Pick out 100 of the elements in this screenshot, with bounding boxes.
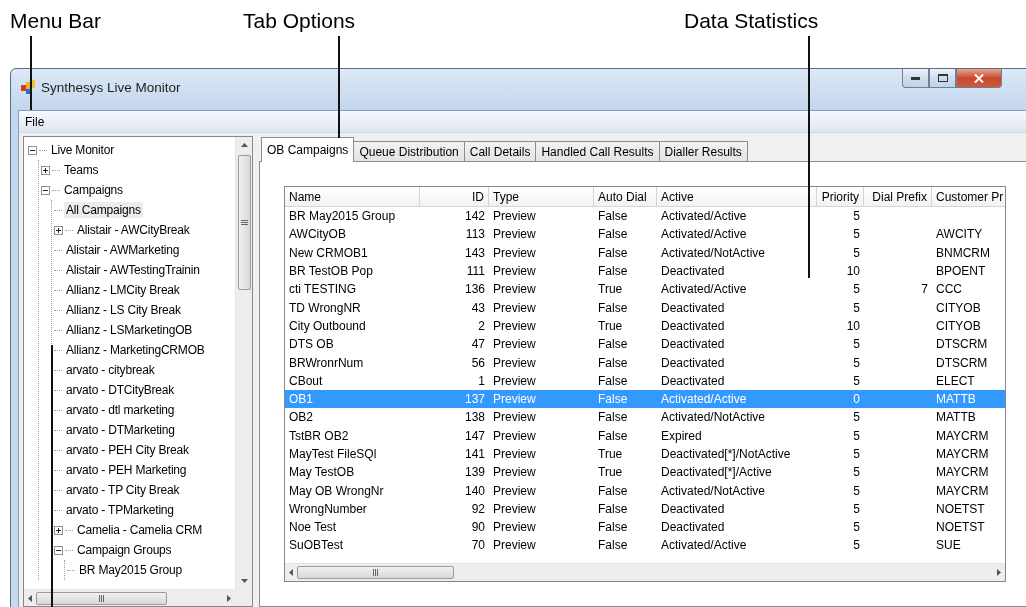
tab[interactable]: Dialler Results [658,141,748,162]
table-cell: False [598,227,628,242]
scroll-up-icon[interactable] [240,143,248,147]
minus-icon[interactable] [28,145,37,155]
table-cell: MAYCRM [936,483,989,498]
plus-icon[interactable] [41,165,50,175]
table-cell: NOETST [936,520,985,535]
table-cell: MAYCRM [936,465,989,480]
tree-item[interactable]: Allianz - LS City Break [64,302,183,318]
table-cell: TstBR OB2 [289,428,349,443]
tree-item[interactable]: arvato - citybreak [64,362,157,378]
tree-item[interactable]: Alistair - AWCityBreak [75,222,192,238]
minus-icon[interactable] [54,545,63,555]
tree-item[interactable]: Campaign Groups [75,542,174,558]
column-header[interactable]: Name [285,187,420,207]
horizontal-scrollbar[interactable] [285,563,1005,581]
column-header[interactable]: ID [420,187,489,207]
table-cell: 5 [853,227,860,242]
tree-item[interactable]: arvato - DTMarketing [64,422,177,438]
tree-item[interactable]: BR May2015 Group [77,562,184,578]
table-cell: 90 [471,520,485,535]
tree-item[interactable]: Teams [62,162,101,178]
table-cell: 5 [853,300,860,315]
table-cell: 5 [853,410,860,425]
table-cell: 113 [465,227,485,242]
tree-item[interactable]: Alistair - AWMarketing [64,242,182,258]
plus-icon[interactable] [54,525,63,535]
tree-item[interactable]: Allianz - LMCity Break [64,282,182,298]
plus-icon[interactable] [54,225,63,235]
scroll-left-icon[interactable] [28,595,32,602]
table-cell: Deactivated [661,300,725,315]
table-cell: BPOENT [936,264,986,279]
table-cell: Activated/Active [661,392,747,407]
table-cell: False [598,410,628,425]
table-cell: False [598,300,628,315]
tree-item[interactable]: All Campaigns [64,202,143,218]
tree-item[interactable]: Campaigns [62,182,125,198]
table-cell: New CRMOB1 [289,245,368,260]
scroll-thumb[interactable] [297,566,454,579]
table-cell: 10 [846,264,860,279]
table-cell: 92 [471,501,485,516]
table-cell: 2 [478,318,485,333]
column-header[interactable]: Active [657,187,817,207]
column-header[interactable]: Type [489,187,594,207]
horizontal-scrollbar[interactable] [24,589,235,606]
table-cell: Preview [493,282,536,297]
scroll-thumb[interactable] [36,592,167,605]
tree-item[interactable]: arvato - TPMarketing [64,502,176,518]
maximize-button[interactable] [929,69,956,88]
table-cell: 5 [853,428,860,443]
tree-item[interactable]: arvato - PEH City Break [64,442,191,458]
table-cell: Activated/Active [661,282,747,297]
tree-item[interactable]: arvato - TP City Break [64,482,182,498]
minus-icon[interactable] [41,185,50,195]
tab[interactable]: Handled Call Results [535,141,660,162]
table-cell: True [598,447,623,461]
table-cell: True [598,318,623,333]
minimize-button[interactable] [902,69,929,88]
table-cell: Preview [493,465,536,480]
tree-item[interactable]: Live Monitor [49,142,116,158]
table-cell: Preview [493,227,536,242]
vertical-scrollbar[interactable] [235,137,252,589]
table-cell: False [598,538,628,553]
table-cell: DTS OB [289,337,334,352]
scroll-thumb[interactable] [237,155,251,290]
tree-item[interactable]: Alistair - AWTestingTrainin [64,262,202,278]
table-cell: AWCityOB [289,227,346,242]
tree-item[interactable]: Allianz - LSMarketingOB [64,322,195,338]
table-cell: 143 [464,245,485,260]
table-cell: 1 [478,373,485,388]
column-header[interactable]: Priority [817,187,864,207]
scroll-right-icon[interactable] [227,595,231,602]
scroll-left-icon[interactable] [289,569,293,576]
table-cell: Preview [493,447,536,461]
table-cell: MATTB [936,410,976,425]
tree-item[interactable]: arvato - DTCityBreak [64,382,177,398]
column-header[interactable]: Auto Dial [594,187,657,207]
annotation-label: Data Statistics [684,9,819,33]
table-cell: Preview [493,501,536,516]
table-cell: MAYCRM [936,428,989,443]
tab[interactable]: Queue Distribution [353,141,465,162]
tree-item[interactable]: Allianz - MarketingCRMOB [64,342,207,358]
column-header[interactable]: Dial Prefix [864,187,932,207]
close-button[interactable] [956,69,1002,88]
scroll-right-icon[interactable] [997,569,1001,576]
tree-item[interactable]: arvato - dtl marketing [64,402,177,418]
tree-item[interactable]: Camelia - Camelia CRM [75,522,205,538]
menu-item[interactable]: File [19,114,51,129]
table-cell: 47 [471,337,485,352]
table-cell: 140 [464,483,485,498]
table-cell: BNMCRM [936,245,990,260]
tree-item[interactable]: arvato - PEH Marketing [64,462,189,478]
annotation-label: Tab Options [243,9,356,33]
grip-icon [240,219,248,226]
table-cell: OB2 [289,410,313,425]
tab[interactable]: Call Details [463,141,537,162]
table-cell: NOETST [936,501,985,516]
scroll-down-icon[interactable] [240,579,248,583]
tab[interactable]: OB Campaigns [261,137,355,162]
table-cell: TD WrongNR [289,300,361,315]
